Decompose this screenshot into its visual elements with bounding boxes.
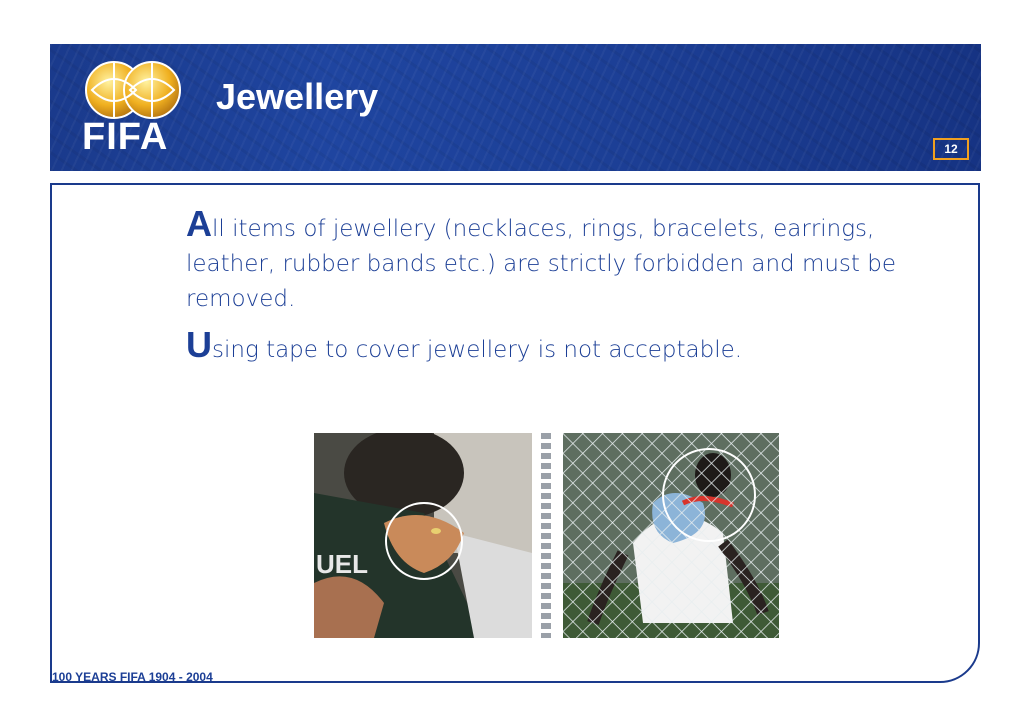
bullet-list: All items of jewellery (necklaces, rings… (186, 206, 966, 378)
photo-divider (541, 433, 551, 638)
drop-cap: A (186, 203, 212, 244)
photo-left-art: UEL (314, 433, 532, 638)
slide-header: FIFA Jewellery 12 (50, 44, 981, 171)
bullet-text: sing tape to cover jewellery is not acce… (212, 337, 743, 363)
photo-hug-with-ring: UEL (314, 433, 532, 638)
page-number-badge: 12 (933, 138, 969, 160)
bullet-item: Using tape to cover jewellery is not acc… (186, 327, 966, 368)
photo-right-art (563, 433, 779, 638)
bullet-item: All items of jewellery (necklaces, rings… (186, 206, 966, 317)
footer-centenary-text: 100 YEARS FIFA 1904 - 2004 (52, 670, 213, 684)
svg-text:UEL: UEL (316, 549, 368, 579)
fifa-logo-text: FIFA (82, 116, 169, 158)
bullet-text: ll items of jewellery (necklaces, rings,… (186, 216, 896, 312)
photo-player-in-net (563, 433, 779, 638)
drop-cap: U (186, 324, 212, 365)
page-title: Jewellery (216, 76, 379, 117)
